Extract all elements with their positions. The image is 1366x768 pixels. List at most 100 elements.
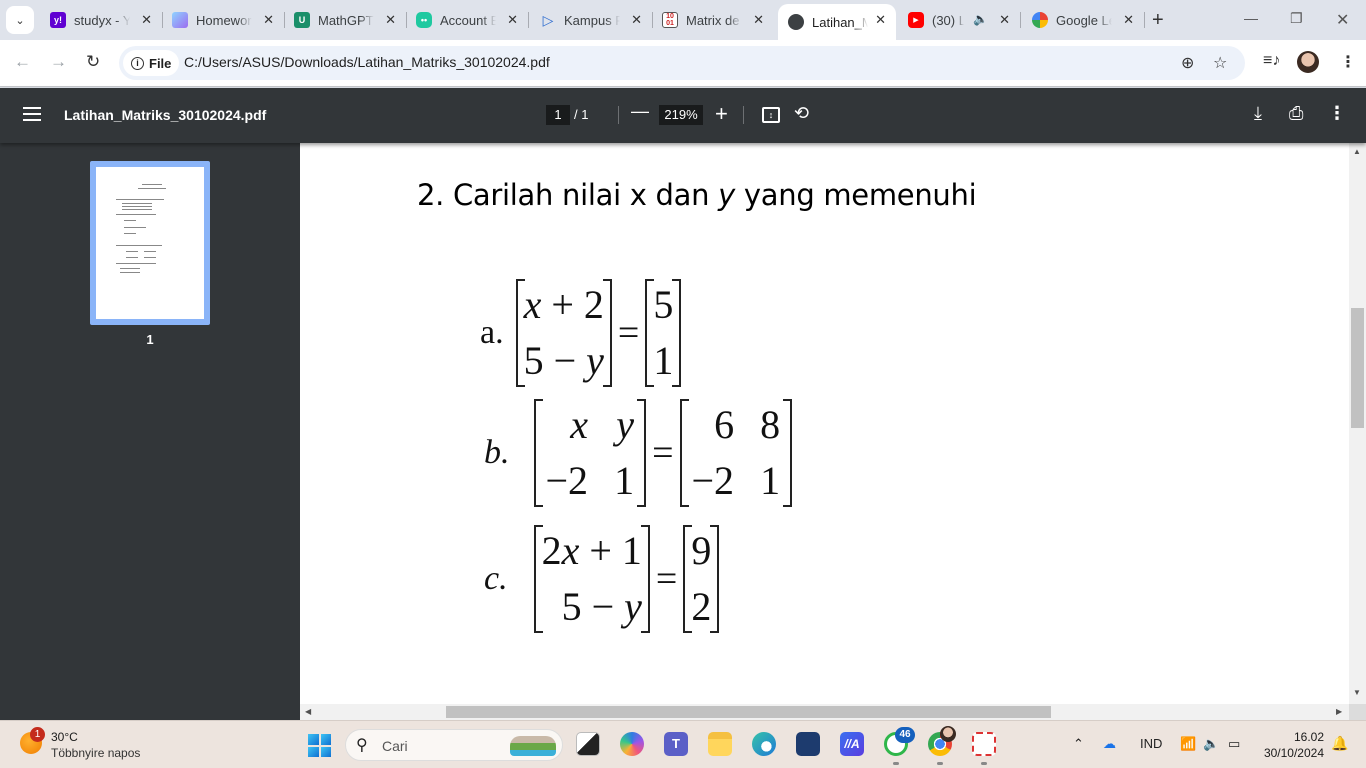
close-icon[interactable]: ✕ xyxy=(507,12,518,28)
tab-title: studyx - Y xyxy=(74,12,130,28)
show-hidden-icons-chevron[interactable]: ⌃ xyxy=(1073,736,1084,752)
zoom-out-button[interactable]: — xyxy=(631,101,649,122)
tab-homework[interactable]: Homewor ✕ xyxy=(162,4,285,36)
close-icon[interactable]: ✕ xyxy=(1123,12,1134,28)
matrix-cell: 2 xyxy=(691,584,712,629)
heading-variable: y xyxy=(718,178,735,212)
scroll-left-arrow-icon[interactable]: ◀ xyxy=(305,707,311,716)
tab-latihan-active[interactable]: Latihan_M ✕ xyxy=(778,4,896,40)
scroll-up-arrow-icon[interactable]: ▲ xyxy=(1353,147,1361,156)
gem-icon xyxy=(172,12,188,28)
close-icon[interactable]: ✕ xyxy=(263,12,274,28)
page-number-input[interactable]: 1 xyxy=(546,105,570,125)
vertical-scroll-thumb[interactable] xyxy=(1351,308,1364,428)
more-menu-icon[interactable]: ⋮ xyxy=(1340,52,1356,72)
zoom-level-input[interactable]: 219% xyxy=(659,105,703,125)
tab-strip: ⌄ y! studyx - Y ✕ Homewor ✕ U MathGPT ✕ … xyxy=(0,0,1366,40)
toolbar-divider xyxy=(618,106,619,124)
close-window-button[interactable]: ✕ xyxy=(1336,10,1349,30)
vertical-scrollbar[interactable]: ▲ ▼ xyxy=(1349,143,1366,704)
mathtype-app-icon[interactable]: //A xyxy=(840,732,864,756)
rotate-icon[interactable]: ⟲ xyxy=(794,103,809,124)
snipping-tool-icon[interactable] xyxy=(972,732,996,756)
document-viewport: 2. Carilah nilai x dan y yang memenuhi a… xyxy=(300,143,1349,704)
tab-matrix[interactable]: 10 01 Matrix de ✕ xyxy=(652,4,774,36)
onedrive-sync-icon[interactable]: ☁ xyxy=(1103,736,1116,752)
close-icon[interactable]: ✕ xyxy=(875,12,886,28)
address-bar[interactable]: i File C:/Users/ASUS/Downloads/Latihan_M… xyxy=(119,46,1245,80)
search-icon: ⚲ xyxy=(356,737,368,754)
close-icon[interactable]: ✕ xyxy=(999,12,1010,28)
matrix-right: 6 8 −2 1 xyxy=(679,399,793,507)
fit-page-icon[interactable]: ↕ xyxy=(762,107,780,123)
profile-avatar[interactable] xyxy=(1297,51,1319,73)
scroll-right-arrow-icon[interactable]: ▶ xyxy=(1336,707,1342,716)
scheme-label: File xyxy=(149,55,172,71)
tab-account[interactable]: •• Account E ✕ xyxy=(406,4,529,36)
volume-icon[interactable]: 🔈 xyxy=(1203,736,1219,752)
browser-toolbar: ← → ↻ i File C:/Users/ASUS/Downloads/Lat… xyxy=(0,40,1366,87)
tab-title: Matrix de xyxy=(686,12,740,28)
file-explorer-icon[interactable] xyxy=(708,732,732,756)
edge-icon[interactable] xyxy=(752,732,776,756)
zoom-magnifier-icon[interactable]: ⊕ xyxy=(1181,53,1194,73)
horizontal-scrollbar[interactable]: ◀ ▶ xyxy=(300,704,1349,720)
more-actions-icon[interactable]: ⋮ xyxy=(1328,103,1346,124)
scroll-down-arrow-icon[interactable]: ▼ xyxy=(1353,688,1361,697)
battery-icon[interactable]: ▭ xyxy=(1228,736,1240,752)
matrix-cell: −2 xyxy=(691,458,735,503)
page-thumbnail[interactable] xyxy=(90,161,210,325)
toolbar-divider xyxy=(743,106,744,124)
media-control-icon[interactable]: ≡♪ xyxy=(1263,52,1280,70)
teams-icon[interactable]: T xyxy=(664,732,688,756)
matrix-cell: 1 xyxy=(653,338,674,383)
close-icon[interactable]: ✕ xyxy=(385,12,396,28)
print-icon[interactable]: ⎙ xyxy=(1289,103,1303,124)
tab-youtube[interactable]: ▶ (30) La 🔈 ✕ xyxy=(898,4,1021,36)
tab-kampus[interactable]: ▷ Kampus F ✕ xyxy=(530,4,653,36)
taskbar-search[interactable]: ⚲ Cari xyxy=(345,729,563,761)
menu-icon[interactable] xyxy=(23,107,41,121)
forward-button[interactable]: → xyxy=(50,52,67,72)
system-clock[interactable]: 16.02 30/10/2024 xyxy=(1262,729,1324,761)
problem-label: c. xyxy=(484,560,508,597)
chat-bubble-icon: •• xyxy=(416,12,432,28)
wifi-icon[interactable]: 📶 xyxy=(1180,736,1196,752)
thumbnail-sidebar: 1 xyxy=(0,143,300,720)
tab-title: Latihan_M xyxy=(812,14,868,30)
tab-google-lens[interactable]: Google Le ✕ xyxy=(1022,4,1145,36)
equals-sign: = xyxy=(655,558,678,600)
tab-search-button[interactable]: ⌄ xyxy=(6,6,34,34)
back-button[interactable]: ← xyxy=(14,52,31,72)
tab-mathgpt[interactable]: U MathGPT ✕ xyxy=(284,4,407,36)
minimize-button[interactable]: — xyxy=(1244,10,1258,26)
matrix-cell: 2x + 1 xyxy=(541,528,642,573)
restore-button[interactable]: ❐ xyxy=(1290,10,1303,27)
speaker-icon[interactable]: 🔈 xyxy=(973,12,988,26)
running-indicator xyxy=(981,762,987,765)
url-text[interactable]: C:/Users/ASUS/Downloads/Latihan_Matriks_… xyxy=(184,54,550,70)
info-icon: i xyxy=(131,56,144,70)
problem-b: b. x y −2 1 = 6 8 −2 1 xyxy=(484,399,792,507)
close-icon[interactable]: ✕ xyxy=(753,12,764,28)
microsoft-store-icon[interactable] xyxy=(796,732,820,756)
windows-start-button[interactable] xyxy=(308,734,331,757)
task-view-icon[interactable] xyxy=(576,732,600,756)
search-placeholder: Cari xyxy=(382,738,408,754)
new-tab-button[interactable]: + xyxy=(1152,9,1164,32)
horizontal-scroll-thumb[interactable] xyxy=(446,706,1051,718)
close-icon[interactable]: ✕ xyxy=(631,12,642,28)
tab-studyx[interactable]: y! studyx - Y ✕ xyxy=(40,4,163,36)
bookmark-star-icon[interactable]: ☆ xyxy=(1213,53,1227,73)
windows-taskbar: 1 30°C Többnyire napos ⚲ Cari T //A 46 ⌃… xyxy=(0,720,1366,768)
copilot-icon[interactable] xyxy=(620,732,644,756)
chevron-down-icon: ⌄ xyxy=(15,14,25,27)
input-language-indicator[interactable]: IND xyxy=(1140,736,1162,751)
download-icon[interactable]: ⤓ xyxy=(1254,103,1262,124)
reload-button[interactable]: ↻ xyxy=(86,52,100,72)
site-info-chip[interactable]: i File xyxy=(123,50,180,76)
matrix-right: 5 1 xyxy=(645,279,682,387)
zoom-in-button[interactable]: + xyxy=(715,101,728,127)
notification-bell-icon[interactable]: 🔔 xyxy=(1331,735,1348,752)
close-icon[interactable]: ✕ xyxy=(141,12,152,28)
